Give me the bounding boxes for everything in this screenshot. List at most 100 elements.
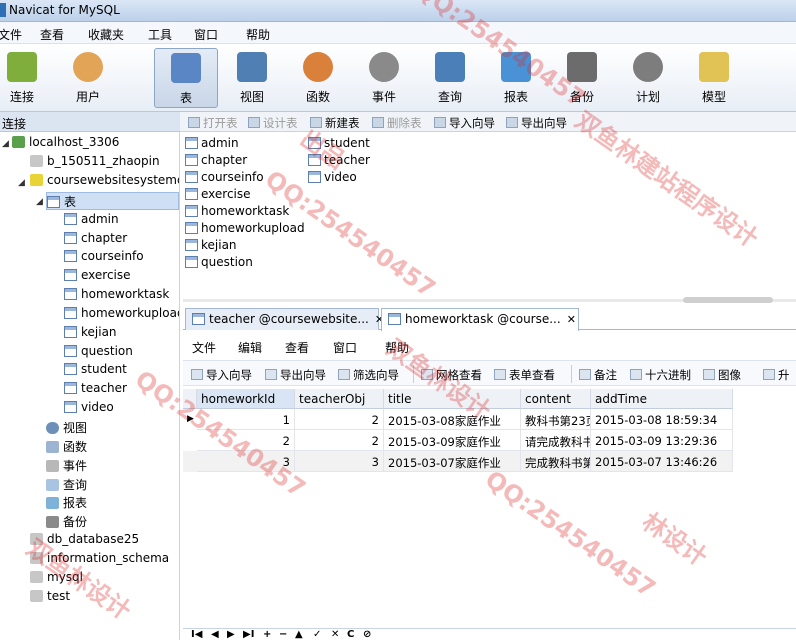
form-view-button[interactable]: 表单查看: [494, 367, 555, 383]
filter-wizard-button[interactable]: 筛选向导: [338, 367, 399, 383]
cell[interactable]: 2: [197, 430, 295, 451]
close-icon[interactable]: ✕: [567, 313, 576, 326]
tree-database[interactable]: b_150511_zhaopin: [30, 154, 160, 172]
open-table-button[interactable]: 打开表: [188, 115, 238, 131]
menu-help[interactable]: 帮助: [246, 26, 270, 43]
tree-database[interactable]: information_schema: [30, 551, 169, 569]
menu-view[interactable]: 查看: [40, 26, 64, 43]
table-row[interactable]: 3 3 2015-03-07家庭作业 完成教科书第 2015-03-07 13:…: [183, 451, 733, 472]
menu-window[interactable]: 窗口: [194, 26, 218, 43]
prev-record-button[interactable]: ◀: [211, 629, 219, 640]
collapse-icon[interactable]: ◢: [2, 139, 9, 149]
last-record-button[interactable]: ▶I: [243, 629, 254, 640]
cell[interactable]: 2015-03-09 13:29:36: [591, 430, 733, 451]
import-wizard-button[interactable]: 导入向导: [191, 367, 252, 383]
cell[interactable]: 1: [197, 409, 295, 430]
tree-queries-node[interactable]: 查询: [46, 476, 87, 494]
cell[interactable]: 2: [295, 430, 384, 451]
cell[interactable]: 2015-03-07 13:46:26: [591, 451, 733, 472]
tree-reports-node[interactable]: 报表: [46, 494, 87, 512]
inner-menu-help[interactable]: 帮助: [385, 339, 409, 356]
object-item[interactable]: homeworkupload: [185, 221, 305, 235]
menu-favorites[interactable]: 收藏夹: [88, 26, 124, 43]
tree-table-item[interactable]: admin: [64, 212, 119, 230]
object-item[interactable]: admin: [185, 136, 239, 150]
tree-table-item[interactable]: question: [64, 344, 133, 362]
delete-record-button[interactable]: −: [279, 629, 287, 640]
tree-database-open[interactable]: coursewebsitesystemdb: [30, 173, 179, 191]
toolbar-event-button[interactable]: 事件: [352, 48, 416, 108]
collapse-icon[interactable]: ◢: [18, 178, 25, 188]
cell[interactable]: 教科书第23页: [521, 409, 591, 430]
image-button[interactable]: 图像: [703, 367, 741, 383]
tree-database[interactable]: mysql: [30, 570, 83, 588]
grid-view-button[interactable]: 网格查看: [421, 367, 482, 383]
tree-table-item[interactable]: student: [64, 362, 127, 380]
cell[interactable]: 2015-03-08家庭作业: [384, 409, 521, 430]
object-item[interactable]: question: [185, 255, 253, 269]
menu-file[interactable]: 文件: [0, 26, 22, 43]
cell[interactable]: 2015-03-09家庭作业: [384, 430, 521, 451]
toolbar-model-button[interactable]: 模型: [682, 48, 746, 108]
discard-button[interactable]: ✕: [331, 629, 339, 640]
tree-table-item[interactable]: chapter: [64, 231, 127, 249]
tab-teacher[interactable]: teacher @coursewebsite... ✕: [185, 308, 384, 330]
column-header[interactable]: homeworkId: [197, 389, 295, 409]
cell[interactable]: 3: [197, 451, 295, 472]
inner-menu-file[interactable]: 文件: [192, 339, 216, 356]
toolbar-view-button[interactable]: 视图: [220, 48, 284, 108]
tree-table-item[interactable]: homeworktask: [64, 287, 169, 305]
stop-button[interactable]: ⊘: [363, 629, 371, 640]
delete-table-button[interactable]: 删除表: [372, 115, 422, 131]
object-item[interactable]: courseinfo: [185, 170, 264, 184]
export-wizard-button[interactable]: 导出向导: [265, 367, 326, 383]
import-wizard-button[interactable]: 导入向导: [434, 115, 495, 131]
tree-table-item[interactable]: homeworkupload: [64, 306, 179, 324]
toolbar-user-button[interactable]: 用户: [56, 48, 120, 108]
sort-button[interactable]: 升: [763, 367, 790, 383]
toolbar-table-button[interactable]: 表: [154, 48, 218, 108]
tree-database[interactable]: db_database25: [30, 532, 139, 550]
toolbar-schedule-button[interactable]: 计划: [616, 48, 680, 108]
tree-table-item[interactable]: video: [64, 400, 114, 418]
inner-menu-edit[interactable]: 编辑: [238, 339, 262, 356]
hex-button[interactable]: 十六进制: [630, 367, 691, 383]
new-table-button[interactable]: 新建表: [310, 115, 360, 131]
tree-tables-node[interactable]: 表: [46, 192, 179, 210]
export-wizard-button[interactable]: 导出向导: [506, 115, 567, 131]
toolbar-function-button[interactable]: 函数: [286, 48, 350, 108]
cell[interactable]: 2015-03-07家庭作业: [384, 451, 521, 472]
object-item[interactable]: chapter: [185, 153, 247, 167]
memo-button[interactable]: 备注: [579, 367, 617, 383]
add-record-button[interactable]: +: [263, 629, 271, 640]
first-record-button[interactable]: I◀: [191, 629, 202, 640]
scroll-thumb[interactable]: [683, 297, 773, 303]
tree-table-item[interactable]: courseinfo: [64, 249, 144, 267]
tree-views-node[interactable]: 视图: [46, 419, 87, 437]
refresh-button[interactable]: C: [347, 629, 354, 640]
object-item[interactable]: homeworktask: [185, 204, 289, 218]
object-item[interactable]: teacher: [308, 153, 370, 167]
tree-events-node[interactable]: 事件: [46, 457, 87, 475]
tree-table-item[interactable]: exercise: [64, 268, 131, 286]
column-header[interactable]: addTime: [591, 389, 733, 409]
design-table-button[interactable]: 设计表: [248, 115, 298, 131]
tree-table-item[interactable]: kejian: [64, 325, 117, 343]
cell[interactable]: 3: [295, 451, 384, 472]
tree-functions-node[interactable]: 函数: [46, 438, 87, 456]
toolbar-report-button[interactable]: 报表: [484, 48, 548, 108]
object-item[interactable]: kejian: [185, 238, 237, 252]
apply-button[interactable]: ✓: [313, 629, 321, 640]
cell[interactable]: 2015-03-08 18:59:34: [591, 409, 733, 430]
inner-menu-window[interactable]: 窗口: [333, 339, 357, 356]
object-item[interactable]: exercise: [185, 187, 251, 201]
inner-menu-view[interactable]: 查看: [285, 339, 309, 356]
tree-backups-node[interactable]: 备份: [46, 513, 87, 531]
object-item[interactable]: video: [308, 170, 357, 184]
tree-connection[interactable]: localhost_3306: [12, 135, 119, 153]
object-list-scrollbar[interactable]: [183, 296, 796, 304]
toolbar-backup-button[interactable]: 备份: [550, 48, 614, 108]
table-row[interactable]: ▶ 1 2 2015-03-08家庭作业 教科书第23页 2015-03-08 …: [183, 409, 733, 430]
cell[interactable]: 完成教科书第: [521, 451, 591, 472]
column-header[interactable]: title: [384, 389, 521, 409]
